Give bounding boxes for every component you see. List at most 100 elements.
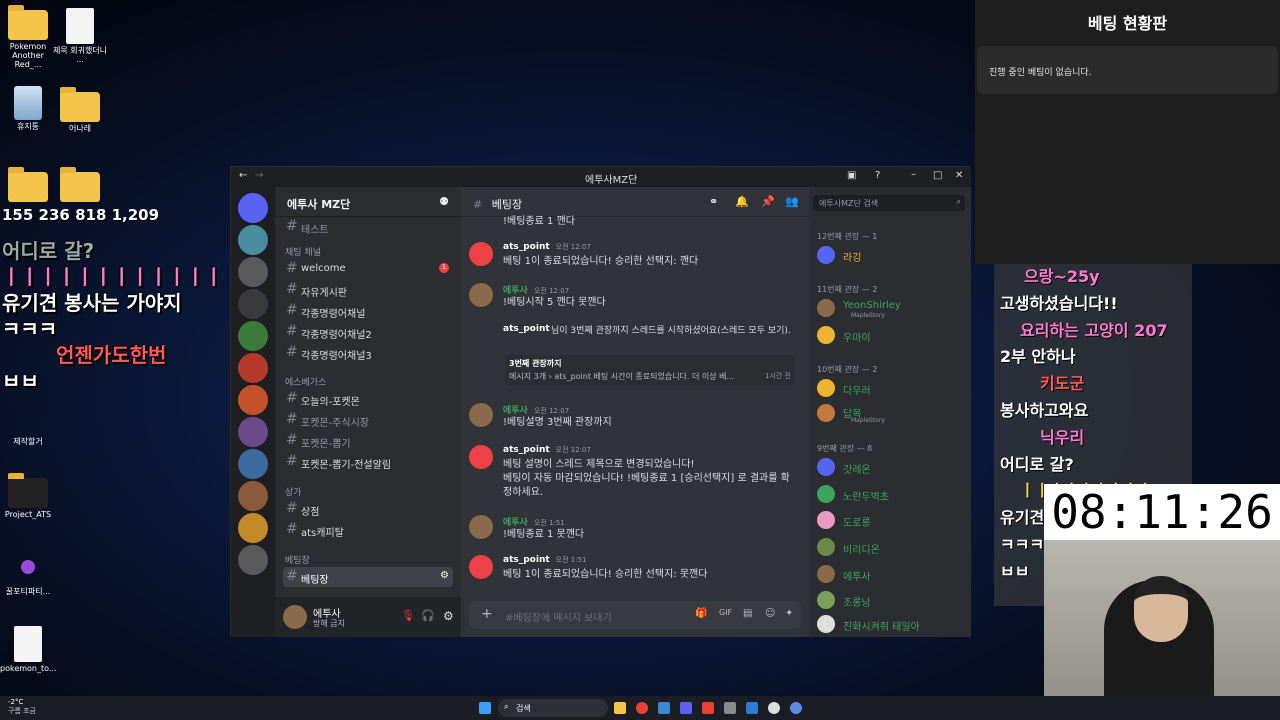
- thread-preview[interactable]: 3번째 관장까지 메시지 3개 › ats_point 베팅 시간이 종료되었습…: [505, 355, 795, 385]
- back-arrow-icon[interactable]: ←: [239, 170, 247, 181]
- member-item[interactable]: 비리디온: [817, 538, 967, 558]
- avatar[interactable]: [469, 283, 493, 307]
- member-item[interactable]: 노란두벽초: [817, 485, 967, 505]
- desktop-icon-party[interactable]: 꿀포티파티...: [0, 560, 56, 597]
- desktop-icon-pokemon[interactable]: Pokemon Another Red_...: [0, 5, 56, 69]
- app-icon[interactable]: [658, 702, 670, 714]
- server-icon[interactable]: [238, 449, 268, 479]
- gif-icon[interactable]: GIF: [719, 608, 732, 617]
- vscode-icon[interactable]: [746, 702, 758, 714]
- server-icon[interactable]: [238, 545, 268, 575]
- server-icon[interactable]: [238, 385, 268, 415]
- channel-commands-3[interactable]: # 각종명령어채널3: [283, 343, 453, 363]
- app-icon[interactable]: [790, 702, 802, 714]
- channel-shop[interactable]: # 상점: [283, 499, 453, 519]
- minimize-icon[interactable]: –: [911, 169, 916, 180]
- server-icon[interactable]: [238, 257, 268, 287]
- desktop-icon-folder-2[interactable]: [0, 167, 56, 205]
- desktop-icon-make[interactable]: 제작할거: [0, 437, 56, 447]
- member-item[interactable]: 라깅: [817, 246, 967, 266]
- close-icon[interactable]: ✕: [955, 170, 963, 181]
- channel-commands-2[interactable]: # 각종명령어채널2: [283, 322, 453, 342]
- member-group-title: 9번째 관장 — 8: [817, 444, 873, 453]
- member-item[interactable]: 조롱낭: [817, 591, 967, 611]
- bell-icon[interactable]: 🔔: [735, 195, 749, 208]
- desktop-icon-project-ats[interactable]: Project_ATS: [0, 473, 56, 520]
- settings-icon[interactable]: ⚙: [440, 570, 449, 581]
- start-icon[interactable]: [479, 702, 491, 714]
- category-shop[interactable]: 상가: [285, 485, 302, 498]
- message-input[interactable]: + #베팅장에 메시지 보내기 🎁 GIF ▤ ☺ ✦: [469, 601, 801, 629]
- forward-arrow-icon[interactable]: →: [255, 170, 263, 181]
- channel-todays-pokemon[interactable]: # 오늘의-포켓몬: [283, 389, 453, 409]
- desktop-icon-pokemon-to[interactable]: pokemon_to...: [0, 626, 57, 674]
- desktop-icon-folder-3[interactable]: [52, 167, 108, 205]
- server-icon[interactable]: [238, 417, 268, 447]
- category-chat[interactable]: 채팅 채널: [285, 245, 321, 258]
- category-events[interactable]: 에스베가스: [285, 375, 326, 388]
- settings-icon[interactable]: ⚙: [443, 609, 454, 623]
- server-header[interactable]: 에투사 MZ단 ⚉: [275, 187, 461, 217]
- desktop-icon-doc[interactable]: 제목 회귀했더니 ...: [52, 8, 108, 65]
- plus-icon[interactable]: +: [481, 606, 493, 622]
- members-icon[interactable]: 👥: [785, 195, 799, 208]
- threads-icon[interactable]: ⚭: [709, 195, 718, 208]
- file-explorer-icon[interactable]: [614, 702, 626, 714]
- member-item[interactable]: 갓레온: [817, 458, 967, 478]
- avatar[interactable]: [283, 605, 307, 629]
- member-item[interactable]: 진화시켜줘 태일아: [817, 615, 967, 635]
- avatar[interactable]: [469, 555, 493, 579]
- channel-pokemon-stock[interactable]: # 포켓몬-주식시장: [283, 410, 453, 430]
- apps-icon[interactable]: ✦: [785, 608, 793, 619]
- taskbar-search[interactable]: ⌕ 검색: [498, 699, 608, 717]
- maximize-icon[interactable]: □: [933, 170, 942, 181]
- server-icon[interactable]: [238, 481, 268, 511]
- category-betting[interactable]: 베팅장: [285, 553, 310, 566]
- server-icon[interactable]: [238, 225, 268, 255]
- avatar[interactable]: [469, 403, 493, 427]
- channel-welcome[interactable]: # welcome 1: [283, 259, 453, 279]
- weather-widget[interactable]: -2°C 구름 조금: [8, 698, 36, 716]
- desktop-icon-recycle-bin[interactable]: 휴지통: [0, 86, 56, 132]
- channel-legend-alert[interactable]: # 포켓몬-뽑기-전설알림: [283, 452, 453, 472]
- member-item[interactable]: 답목 MapleStory: [817, 404, 967, 424]
- channel-free-board[interactable]: # 자유게시판: [283, 280, 453, 300]
- folder-icon: [8, 473, 48, 508]
- avatar[interactable]: [469, 242, 493, 266]
- sticker-icon[interactable]: ▤: [743, 608, 752, 619]
- member-item[interactable]: YeonShirley MapleStory: [817, 299, 967, 319]
- chrome-icon[interactable]: [636, 702, 648, 714]
- avatar: [817, 591, 835, 609]
- mute-icon[interactable]: 🎙: [401, 609, 415, 622]
- avatar[interactable]: [469, 445, 493, 469]
- avatar: [817, 299, 835, 317]
- app-icon[interactable]: [702, 702, 714, 714]
- app-icon[interactable]: [768, 702, 780, 714]
- member-item[interactable]: 에투사: [817, 565, 967, 585]
- inbox-icon[interactable]: ▣: [847, 170, 856, 181]
- help-icon[interactable]: ?: [875, 170, 880, 181]
- member-item[interactable]: 다우러: [817, 379, 967, 399]
- app-icon[interactable]: [724, 702, 736, 714]
- desktop-icon-folder[interactable]: 어나레: [52, 87, 108, 134]
- emoji-icon[interactable]: ☺: [765, 608, 775, 619]
- channel-test[interactable]: # 테스트: [283, 217, 453, 237]
- channel-pokemon-gacha[interactable]: # 포켓몬-뽑기: [283, 431, 453, 451]
- server-icon[interactable]: [238, 353, 268, 383]
- member-item[interactable]: 우마이: [817, 326, 967, 346]
- server-icon[interactable]: [238, 289, 268, 319]
- member-item[interactable]: 도로롱: [817, 511, 967, 531]
- channel-commands[interactable]: # 각종명령어채널: [283, 301, 453, 321]
- server-icon[interactable]: [238, 321, 268, 351]
- channel-ats-capital[interactable]: # ats캐피탈: [283, 520, 453, 540]
- server-icon[interactable]: [238, 193, 268, 223]
- channel-betting[interactable]: # 베팅장 ⚙: [283, 567, 453, 587]
- avatar[interactable]: [469, 515, 493, 539]
- add-member-icon[interactable]: ⚉: [439, 195, 449, 208]
- gift-icon[interactable]: 🎁: [695, 608, 707, 619]
- search-input[interactable]: 에투사MZ단 검색 ⌕: [813, 195, 965, 211]
- discord-icon[interactable]: [680, 702, 692, 714]
- deafen-icon[interactable]: 🎧: [421, 609, 435, 622]
- pin-icon[interactable]: 📌: [761, 195, 775, 208]
- server-icon[interactable]: [238, 513, 268, 543]
